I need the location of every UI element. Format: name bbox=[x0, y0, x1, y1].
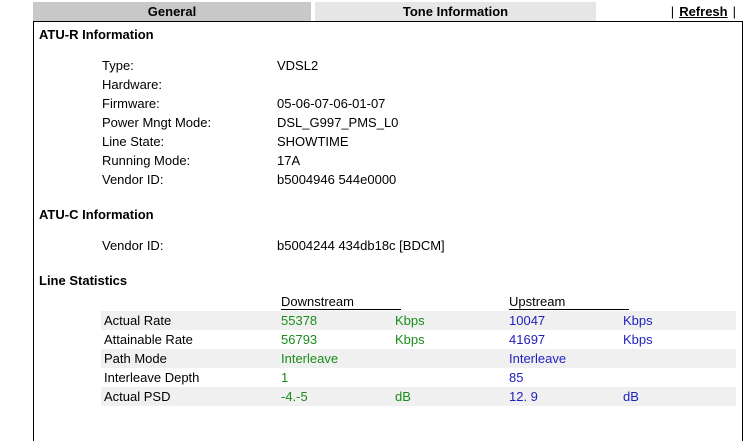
atur-running-mode-value: 17A bbox=[277, 153, 301, 168]
atur-section-title: ATU-R Information bbox=[39, 27, 154, 42]
atur-line-state-label: Line State: bbox=[102, 134, 165, 149]
atuc-section-title: ATU-C Information bbox=[39, 207, 154, 222]
stat-downstream-unit: Kbps bbox=[395, 332, 425, 347]
stat-row-actual-rate: Actual Rate 55378 Kbps 10047 Kbps bbox=[101, 311, 736, 330]
stat-downstream-value: Interleave bbox=[281, 351, 339, 366]
stat-row-attainable-rate: Attainable Rate 56793 Kbps 41697 Kbps bbox=[101, 330, 736, 349]
stat-upstream-value: 12. 9 bbox=[509, 389, 538, 404]
atur-type-value: VDSL2 bbox=[277, 58, 319, 73]
stat-downstream-value: -4.-5 bbox=[281, 389, 308, 404]
refresh-link[interactable]: Refresh bbox=[679, 4, 727, 19]
atur-hardware-label: Hardware: bbox=[102, 77, 162, 92]
stat-label: Interleave Depth bbox=[104, 370, 200, 385]
atuc-vendor-id-value: b5004244 434db18c [BDCM] bbox=[277, 238, 445, 253]
stat-downstream-value: 1 bbox=[281, 370, 289, 385]
stat-row-path-mode: Path Mode Interleave Interleave bbox=[101, 349, 736, 368]
tab-general[interactable]: General bbox=[33, 2, 311, 21]
upstream-header: Upstream bbox=[509, 294, 629, 310]
stat-upstream-unit: Kbps bbox=[623, 332, 653, 347]
tab-tone-information[interactable]: Tone Information bbox=[315, 2, 596, 21]
refresh-container: | Refresh | bbox=[666, 2, 741, 21]
atur-power-mode-value: DSL_G997_PMS_L0 bbox=[277, 115, 399, 130]
stat-upstream-value: 10047 bbox=[509, 313, 546, 328]
stat-upstream-unit: dB bbox=[623, 389, 639, 404]
stat-row-interleave-depth: Interleave Depth 1 85 bbox=[101, 368, 736, 387]
stat-label: Actual Rate bbox=[104, 313, 172, 328]
downstream-header: Downstream bbox=[281, 294, 401, 310]
atur-type-label: Type: bbox=[102, 58, 134, 73]
stat-upstream-value: Interleave bbox=[509, 351, 567, 366]
stat-downstream-unit: Kbps bbox=[395, 313, 425, 328]
stat-label: Actual PSD bbox=[104, 389, 171, 404]
stat-downstream-value: 55378 bbox=[281, 313, 318, 328]
atur-vendor-id-label: Vendor ID: bbox=[102, 172, 164, 187]
stat-upstream-value: 85 bbox=[509, 370, 524, 385]
stat-label: Attainable Rate bbox=[104, 332, 193, 347]
tab-bar: General Tone Information | Refresh | bbox=[33, 2, 745, 21]
info-panel: ATU-R Information Type: VDSL2 Hardware: … bbox=[33, 21, 743, 441]
separator-right: | bbox=[732, 4, 736, 19]
atur-power-mode-label: Power Mngt Mode: bbox=[102, 115, 212, 130]
atur-firmware-label: Firmware: bbox=[102, 96, 160, 111]
stat-upstream-value: 41697 bbox=[509, 332, 546, 347]
atur-firmware-value: 05-06-07-06-01-07 bbox=[277, 96, 386, 111]
atur-running-mode-label: Running Mode: bbox=[102, 153, 191, 168]
stat-downstream-value: 56793 bbox=[281, 332, 318, 347]
stat-row-actual-psd: Actual PSD -4.-5 dB 12. 9 dB bbox=[101, 387, 736, 406]
separator-left: | bbox=[670, 4, 675, 19]
atur-vendor-id-value: b5004946 544e0000 bbox=[277, 172, 397, 187]
stat-label: Path Mode bbox=[104, 351, 167, 366]
atur-line-state-value: SHOWTIME bbox=[277, 134, 349, 149]
stat-upstream-unit: Kbps bbox=[623, 313, 653, 328]
stat-downstream-unit: dB bbox=[395, 389, 411, 404]
line-stats-section-title: Line Statistics bbox=[39, 273, 128, 288]
atuc-vendor-id-label: Vendor ID: bbox=[102, 238, 164, 253]
